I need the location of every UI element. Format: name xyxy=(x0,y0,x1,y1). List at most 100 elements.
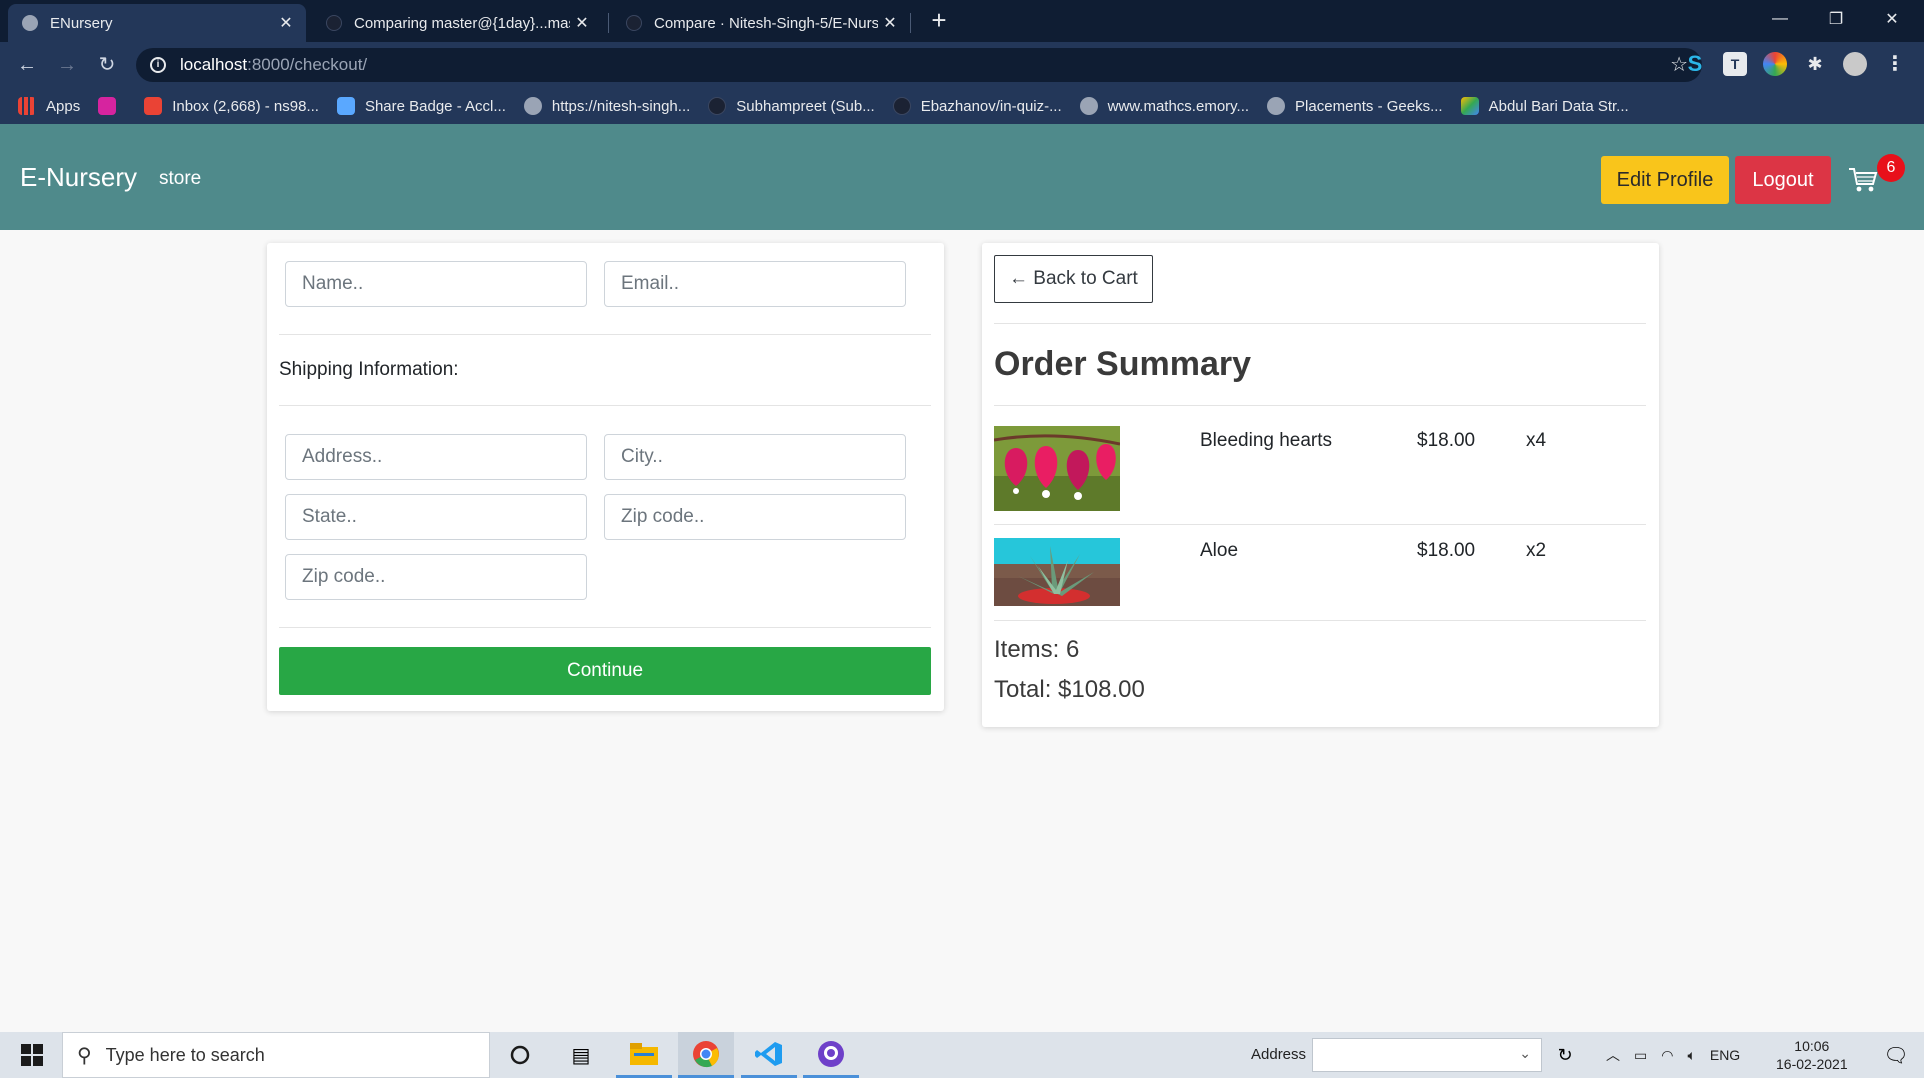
windows-taskbar: ⚲ Type here to search ▤ Address ⌄ ↻ ︿ ▭ … xyxy=(0,1032,1924,1078)
bookmark-mathcs[interactable]: www.mathcs.emory... xyxy=(1079,97,1250,115)
drive-icon xyxy=(1460,97,1479,115)
language-indicator[interactable]: ENG xyxy=(1710,1047,1740,1063)
tab-divider xyxy=(910,13,911,33)
zip-code-input-2[interactable] xyxy=(285,554,587,600)
city-input[interactable] xyxy=(604,434,906,480)
tab-title: Comparing master@{1day}...master xyxy=(354,14,570,32)
notifications-icon[interactable]: 🗨︎ xyxy=(1868,1032,1924,1078)
site-navbar: E-Nursery store Edit Profile Logout 6 xyxy=(0,124,1924,230)
vscode-icon[interactable] xyxy=(741,1032,797,1078)
extension-color-icon[interactable] xyxy=(1763,52,1787,76)
bookmark-abdul-bari[interactable]: Abdul Bari Data Str... xyxy=(1460,97,1629,115)
cart-count-badge: 6 xyxy=(1877,154,1905,182)
bookmark-instagram[interactable] xyxy=(98,97,126,115)
bookmark-ebazhanov[interactable]: Ebazhanov/in-quiz-... xyxy=(892,97,1062,115)
minimize-button[interactable]: — xyxy=(1752,0,1808,38)
item-quantity: x4 xyxy=(1526,430,1547,451)
close-window-button[interactable]: ✕ xyxy=(1864,0,1920,38)
item-name: Bleeding hearts xyxy=(1200,430,1333,451)
apps-grid-icon xyxy=(18,97,36,115)
email-input[interactable] xyxy=(604,261,906,307)
bookmark-subhampreet[interactable]: Subhampreet (Sub... xyxy=(708,97,875,115)
logout-button[interactable]: Logout xyxy=(1735,156,1831,204)
tab-compare[interactable]: Compare · Nitesh-Singh-5/E-Nursery ✕ xyxy=(612,4,910,42)
search-icon: ⚲ xyxy=(77,1044,92,1067)
wifi-icon[interactable]: ◠ xyxy=(1661,1047,1673,1064)
taskbar-search-box[interactable]: ⚲ Type here to search xyxy=(62,1032,490,1078)
bookmark-share-badge[interactable]: Share Badge - Accl... xyxy=(336,97,506,115)
profile-avatar[interactable] xyxy=(1843,52,1867,76)
back-arrow-icon[interactable]: ← xyxy=(12,50,42,80)
divider xyxy=(994,323,1646,324)
address-input[interactable] xyxy=(285,434,587,480)
edit-profile-button[interactable]: Edit Profile xyxy=(1601,156,1729,204)
bookmark-placements[interactable]: Placements - Geeks... xyxy=(1267,97,1443,115)
item-price: $18.00 xyxy=(1417,540,1476,561)
site-info-icon[interactable]: i xyxy=(150,57,166,73)
name-input[interactable] xyxy=(285,261,587,307)
globe-icon xyxy=(1079,97,1098,115)
github-icon xyxy=(626,15,642,31)
restore-button[interactable]: ❐ xyxy=(1808,0,1864,38)
page-content: E-Nursery store Edit Profile Logout 6 Sh… xyxy=(0,124,1924,1032)
github-icon xyxy=(892,97,911,115)
chrome-icon[interactable] xyxy=(678,1032,734,1078)
close-tab-icon[interactable]: ✕ xyxy=(570,13,594,33)
cart-icon[interactable] xyxy=(1848,166,1878,194)
bookmark-label: Apps xyxy=(46,97,81,115)
address-bar[interactable]: i localhost:8000/checkout/ ☆ xyxy=(136,48,1702,82)
nav-store-link[interactable]: store xyxy=(159,168,201,190)
order-total: Total: $108.00 xyxy=(994,676,1145,703)
zip-code-input[interactable] xyxy=(604,494,906,540)
tab-title: ENursery xyxy=(50,14,113,32)
tab-comparing[interactable]: Comparing master@{1day}...master ✕ xyxy=(312,4,602,42)
show-hidden-icons-chevron-icon[interactable]: ︿ xyxy=(1606,1045,1620,1065)
clock-date: 16-02-2021 xyxy=(1776,1056,1848,1072)
bookmark-label: Subhampreet (Sub... xyxy=(736,97,875,115)
forward-arrow-icon[interactable]: → xyxy=(52,50,82,80)
cortana-icon[interactable] xyxy=(492,1032,548,1078)
battery-icon[interactable]: ▭ xyxy=(1634,1047,1647,1064)
bookmark-label: Share Badge - Accl... xyxy=(364,97,506,115)
extension-t-icon[interactable]: T xyxy=(1723,52,1747,76)
tab-title: Compare · Nitesh-Singh-5/E-Nursery xyxy=(654,14,878,32)
bookmark-gmail[interactable]: Inbox (2,668) - ns98... xyxy=(144,97,319,115)
gmail-icon xyxy=(144,97,163,115)
close-tab-icon[interactable]: ✕ xyxy=(274,13,298,33)
divider xyxy=(279,627,931,628)
item-name: Aloe xyxy=(1200,540,1239,561)
taskbar-address-input[interactable]: ⌄ xyxy=(1312,1038,1542,1072)
address-refresh-icon[interactable]: ↻ xyxy=(1548,1032,1582,1078)
globe-icon xyxy=(1267,97,1286,115)
task-view-icon[interactable]: ▤ xyxy=(553,1032,609,1078)
github-icon xyxy=(326,15,342,31)
reload-icon[interactable]: ↻ xyxy=(92,50,122,80)
extensions-puzzle-icon[interactable]: ✱ xyxy=(1803,52,1827,76)
close-tab-icon[interactable]: ✕ xyxy=(878,13,902,33)
aloe-image xyxy=(994,538,1120,606)
new-tab-button[interactable]: + xyxy=(925,6,953,34)
instagram-icon xyxy=(98,97,117,115)
divider xyxy=(279,405,931,406)
globe-icon xyxy=(523,97,542,115)
extension-s-icon[interactable]: S xyxy=(1683,52,1707,76)
back-to-cart-button[interactable]: ← Back to Cart xyxy=(994,255,1153,303)
menu-kebab-icon[interactable]: ⋮ xyxy=(1883,52,1907,76)
tab-enursery[interactable]: ENursery ✕ xyxy=(8,4,306,42)
windows-start-icon[interactable] xyxy=(4,1032,60,1078)
browser-tab-strip: ENursery ✕ Comparing master@{1day}...mas… xyxy=(0,0,1924,42)
volume-icon[interactable]: 🔈︎ xyxy=(1687,1047,1695,1064)
divider xyxy=(994,620,1646,621)
chevron-down-icon[interactable]: ⌄ xyxy=(1519,1045,1531,1062)
bookmark-label: www.mathcs.emory... xyxy=(1107,97,1250,115)
url-text: localhost:8000/checkout/ xyxy=(180,55,367,75)
state-input[interactable] xyxy=(285,494,587,540)
bookmark-nitesh[interactable]: https://nitesh-singh... xyxy=(523,97,690,115)
github-desktop-icon[interactable] xyxy=(803,1032,859,1078)
bookmark-apps[interactable]: Apps xyxy=(18,97,80,115)
file-explorer-icon[interactable] xyxy=(616,1032,672,1078)
taskbar-clock[interactable]: 10:06 16-02-2021 xyxy=(1776,1032,1848,1078)
continue-button[interactable]: Continue xyxy=(279,647,931,695)
brand-link[interactable]: E-Nursery xyxy=(20,162,137,193)
divider xyxy=(994,405,1646,406)
